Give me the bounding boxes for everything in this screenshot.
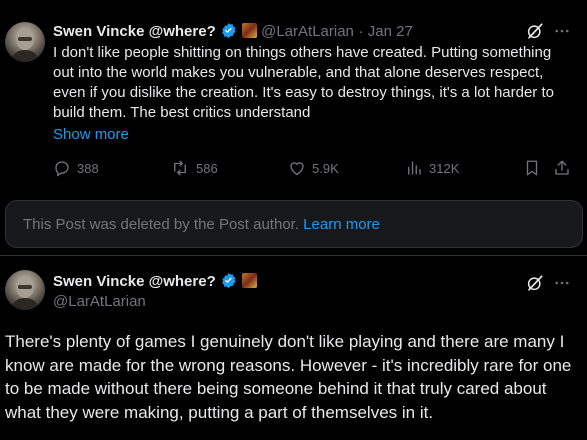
avatar-image — [11, 28, 39, 62]
deleted-post-card: This Post was deleted by the Post author… — [5, 200, 583, 248]
repost-icon — [174, 160, 186, 176]
post2-header: Swen Vincke @where? — [53, 272, 257, 294]
like-icon — [290, 162, 304, 176]
views-count: 312K — [429, 160, 460, 176]
repost-button[interactable]: 586 — [170, 159, 218, 177]
reply-button[interactable]: 388 — [53, 159, 99, 177]
learn-more-link[interactable]: Learn more — [303, 216, 380, 233]
divider — [0, 255, 587, 256]
like-count: 5.9K — [312, 160, 339, 176]
affiliate-flag-icon[interactable] — [241, 23, 257, 38]
author-handle[interactable]: @LarAtLarian — [261, 23, 354, 40]
like-button[interactable]: 5.9K — [288, 159, 339, 177]
more-options-icon[interactable] — [553, 274, 571, 297]
avatar[interactable] — [5, 22, 45, 62]
post-date[interactable]: Jan 27 — [368, 23, 413, 40]
author-handle[interactable]: @LarAtLarian — [53, 293, 146, 310]
post2-text: There's plenty of games I genuinely don'… — [5, 332, 572, 422]
author-name[interactable]: Swen Vincke @where? — [53, 273, 216, 290]
avatar-image — [11, 276, 39, 310]
avatar[interactable] — [5, 270, 45, 310]
reply-icon — [55, 161, 69, 177]
more-options-icon[interactable] — [553, 22, 571, 45]
bookmark-icon[interactable] — [523, 159, 541, 182]
reply-count: 388 — [77, 160, 99, 176]
verified-badge-icon — [220, 272, 237, 294]
post1-text: I don't like people shitting on things o… — [53, 44, 554, 121]
views-button[interactable]: 312K — [405, 159, 459, 177]
grok-icon[interactable] — [526, 274, 544, 297]
deleted-notice: This Post was deleted by the Post author… — [23, 216, 380, 233]
repost-count: 586 — [196, 160, 218, 176]
grok-icon[interactable] — [526, 22, 544, 45]
views-icon — [408, 161, 421, 175]
verified-badge-icon — [220, 22, 237, 44]
share-icon[interactable] — [553, 159, 571, 182]
show-more-link[interactable]: Show more — [53, 126, 129, 143]
author-name[interactable]: Swen Vincke @where? — [53, 23, 216, 40]
affiliate-flag-icon[interactable] — [241, 273, 257, 288]
separator: · — [358, 23, 364, 40]
deleted-notice-text: This Post was deleted by the Post author… — [23, 216, 299, 233]
post1-header: Swen Vincke @where? @LarAtLarian · Jan 2… — [53, 22, 413, 44]
